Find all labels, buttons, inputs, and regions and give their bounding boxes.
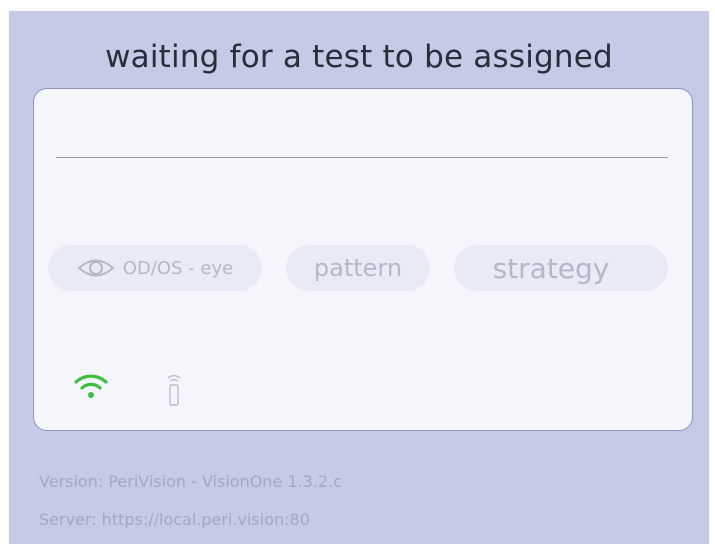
eye-icon [77, 259, 115, 277]
version-text: Version: PeriVision - VisionOne 1.3.2.c [39, 472, 342, 491]
remote-control-icon [167, 375, 181, 406]
eye-chip-label: OD/OS - eye [122, 257, 234, 279]
test-info-card: OD/OS - eye pattern strategy [33, 88, 693, 431]
strategy-chip-label: strategy [492, 251, 610, 285]
eye-chip: OD/OS - eye [48, 245, 262, 291]
status-title: waiting for a test to be assigned [105, 39, 613, 75]
wifi-icon [74, 374, 108, 398]
pattern-chip-label: pattern [313, 254, 403, 282]
app-screen: waiting for a test to be assigned OD/OS … [9, 11, 709, 544]
server-text: Server: https://local.peri.vision:80 [39, 510, 310, 529]
pattern-chip: pattern [286, 245, 430, 291]
strategy-chip: strategy [454, 245, 668, 291]
card-divider [56, 157, 668, 158]
